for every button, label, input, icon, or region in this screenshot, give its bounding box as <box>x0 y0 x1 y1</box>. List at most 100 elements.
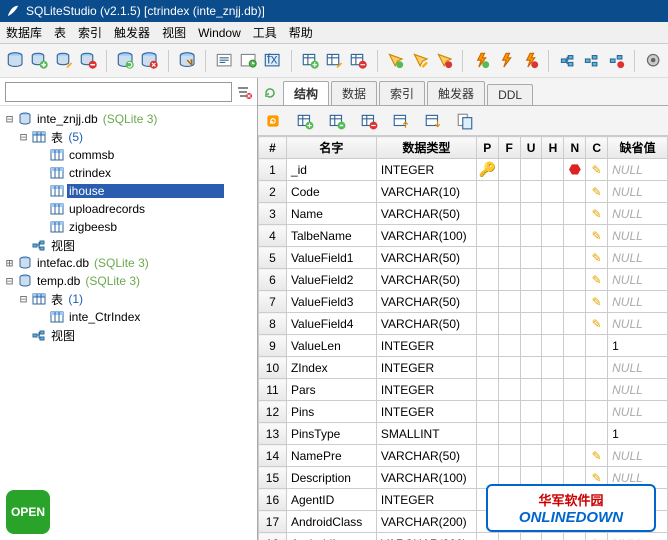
tab-triggers[interactable]: 触发器 <box>427 81 485 105</box>
table-row[interactable]: 2CodeVARCHAR(10)✎NULL <box>259 181 668 203</box>
export-icon[interactable] <box>178 51 196 71</box>
db-remove-icon[interactable] <box>79 51 97 71</box>
tables-folder[interactable]: ⊟表 (5) <box>0 128 257 146</box>
watermark-corner: OPEN <box>6 490 50 534</box>
refresh-icon[interactable] <box>262 85 278 101</box>
table-uploadrecords[interactable]: uploadrecords <box>0 200 257 218</box>
tab-ddl[interactable]: DDL <box>487 84 533 105</box>
table-zigbeesb[interactable]: zigbeesb <box>0 218 257 236</box>
edit-flag-icon: ✎ <box>592 251 602 265</box>
sql-editor-icon[interactable] <box>215 51 233 71</box>
db-disconnect-icon[interactable] <box>140 51 158 71</box>
table-row[interactable]: 13PinsTypeSMALLINT1 <box>259 423 668 445</box>
table-row[interactable]: 14NamePreVARCHAR(50)✎NULL <box>259 445 668 467</box>
structure-toolbar <box>258 106 668 136</box>
trigger-edit-icon[interactable] <box>497 51 515 71</box>
menu-trigger[interactable]: 触发器 <box>114 24 150 41</box>
move-down-icon[interactable] <box>424 112 442 130</box>
db-tree[interactable]: ⊟inte_znjj.db(SQLite 3) ⊟表 (5) commsb ct… <box>0 106 257 540</box>
table-row[interactable]: 4TalbeNameVARCHAR(100)✎NULL <box>259 225 668 247</box>
separator <box>462 50 463 72</box>
history-icon[interactable] <box>239 51 257 71</box>
db-add-icon[interactable] <box>30 51 48 71</box>
separator <box>548 50 549 72</box>
edit-flag-icon: ✎ <box>592 207 602 221</box>
table-row[interactable]: 5ValueField1VARCHAR(50)✎NULL <box>259 247 668 269</box>
view-edit-icon[interactable] <box>582 51 600 71</box>
grid-header-row: # 名字 数据类型 P F U H N C 缺省值 <box>259 137 668 159</box>
menu-database[interactable]: 数据库 <box>6 24 42 41</box>
menubar: 数据库 表 索引 触发器 视图 Window 工具 帮助 <box>0 22 668 44</box>
tab-structure[interactable]: 结构 <box>283 81 329 105</box>
index-delete-icon[interactable] <box>435 51 453 71</box>
window-title: SQLiteStudio (v2.1.5) [ctrindex (inte_zn… <box>26 4 265 18</box>
table-commsb[interactable]: commsb <box>0 146 257 164</box>
table-row[interactable]: 10ZIndexINTEGERNULL <box>259 357 668 379</box>
table-ctrindex[interactable]: ctrindex <box>0 164 257 182</box>
refresh-icon[interactable] <box>264 112 282 130</box>
menu-table[interactable]: 表 <box>54 24 66 41</box>
table-icon <box>31 129 47 145</box>
table-row[interactable]: 6ValueField2VARCHAR(50)✎NULL <box>259 269 668 291</box>
menu-help[interactable]: 帮助 <box>289 24 313 41</box>
table-row[interactable]: 7ValueField3VARCHAR(50)✎NULL <box>259 291 668 313</box>
table-ihouse[interactable]: ihouse <box>0 182 257 200</box>
index-edit-icon[interactable] <box>411 51 429 71</box>
separator <box>205 50 206 72</box>
tabbar: 结构 数据 索引 触发器 DDL <box>258 78 668 106</box>
table-row[interactable]: 1_idINTEGER🔑⬣✎NULL <box>259 159 668 181</box>
db-node-temp[interactable]: ⊟temp.db(SQLite 3) <box>0 272 257 290</box>
view-new-icon[interactable] <box>558 51 576 71</box>
table-new-icon[interactable] <box>301 51 319 71</box>
table-row[interactable]: 11ParsINTEGERNULL <box>259 379 668 401</box>
index-new-icon[interactable] <box>386 51 404 71</box>
views-folder-temp[interactable]: 视图 <box>0 326 257 344</box>
tab-indexes[interactable]: 索引 <box>379 81 425 105</box>
main-panel: 结构 数据 索引 触发器 DDL # 名字 数据类型 P F <box>258 78 668 540</box>
tables-folder-temp[interactable]: ⊟表 (1) <box>0 290 257 308</box>
table-icon <box>49 201 65 217</box>
table-icon <box>49 183 65 199</box>
table-row[interactable]: 3NameVARCHAR(50)✎NULL <box>259 203 668 225</box>
db-edit-icon[interactable] <box>55 51 73 71</box>
tab-data[interactable]: 数据 <box>331 81 377 105</box>
table-edit-icon[interactable] <box>325 51 343 71</box>
view-delete-icon[interactable] <box>607 51 625 71</box>
settings-icon[interactable] <box>644 51 662 71</box>
table-icon <box>49 219 65 235</box>
functions-icon[interactable]: fx <box>263 51 281 71</box>
menu-index[interactable]: 索引 <box>78 24 102 41</box>
table-inte-ctrindex[interactable]: inte_CtrIndex <box>0 308 257 326</box>
db-node-inte-znjj[interactable]: ⊟inte_znjj.db(SQLite 3) <box>0 110 257 128</box>
edit-flag-icon: ✎ <box>592 163 602 177</box>
menu-window[interactable]: Window <box>198 26 241 40</box>
menu-view[interactable]: 视图 <box>162 24 186 41</box>
edit-flag-icon: ✎ <box>592 295 602 309</box>
add-column-icon[interactable] <box>296 112 314 130</box>
db-node-intefac[interactable]: ⊞intefac.db(SQLite 3) <box>0 254 257 272</box>
trigger-new-icon[interactable] <box>472 51 490 71</box>
db-connect-icon[interactable] <box>6 51 24 71</box>
edit-flag-icon: ✎ <box>592 229 602 243</box>
table-row[interactable]: 8ValueField4VARCHAR(50)✎NULL <box>259 313 668 335</box>
columns-grid[interactable]: # 名字 数据类型 P F U H N C 缺省值 1_idINTEGER🔑⬣✎… <box>258 136 668 540</box>
separator <box>106 50 107 72</box>
commit-icon[interactable] <box>456 112 474 130</box>
table-row[interactable]: 18AndroidImageVARCHAR(300)✎NULL <box>259 533 668 540</box>
table-row[interactable]: 12PinsINTEGERNULL <box>259 401 668 423</box>
table-icon <box>49 309 65 325</box>
table-icon <box>31 291 47 307</box>
edit-column-icon[interactable] <box>328 112 346 130</box>
filter-clear-icon[interactable] <box>236 84 252 100</box>
menu-tools[interactable]: 工具 <box>253 24 277 41</box>
separator <box>168 50 169 72</box>
table-delete-icon[interactable] <box>349 51 367 71</box>
move-up-icon[interactable] <box>392 112 410 130</box>
trigger-delete-icon[interactable] <box>521 51 539 71</box>
db-refresh-icon[interactable] <box>116 51 134 71</box>
filter-input[interactable] <box>5 82 232 102</box>
view-icon <box>31 327 47 343</box>
views-folder[interactable]: 视图 <box>0 236 257 254</box>
delete-column-icon[interactable] <box>360 112 378 130</box>
table-row[interactable]: 9ValueLenINTEGER1 <box>259 335 668 357</box>
